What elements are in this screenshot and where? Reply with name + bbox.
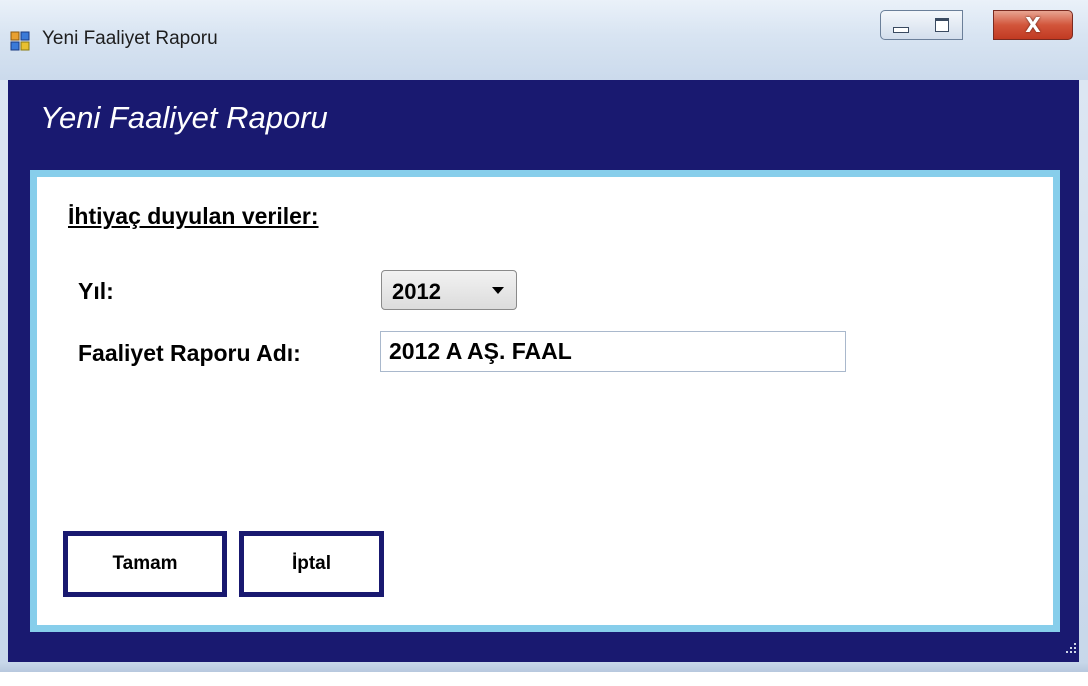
title-bar[interactable]: Yeni Faaliyet Raporu X [0,0,1088,80]
ok-button[interactable]: Tamam [63,531,227,597]
report-name-label: Faaliyet Raporu Adı: [78,340,301,366]
form-header-title: Yeni Faaliyet Raporu [40,100,328,135]
dialog-window: Yeni Faaliyet Raporu X Yeni Faaliyet Rap… [0,0,1088,672]
resize-grip-icon[interactable] [1064,641,1078,657]
window-title: Yeni Faaliyet Raporu [42,28,218,49]
section-label: İhtiyaç duyulan veriler: [68,203,319,229]
maximize-icon [934,18,949,32]
dropdown-arrow-icon [492,287,504,294]
year-combobox[interactable]: 2012 [381,270,517,310]
window-bottom-border [0,662,1088,672]
minimize-icon [893,27,909,33]
report-name-input[interactable] [380,331,846,372]
app-icon [10,31,30,51]
cancel-button[interactable]: İptal [239,531,384,597]
close-button[interactable]: X [993,10,1073,40]
minimize-button[interactable] [880,10,922,40]
year-value: 2012 [392,279,441,304]
year-label: Yıl: [78,278,114,304]
close-icon: X [1025,13,1041,37]
maximize-button[interactable] [921,10,963,40]
